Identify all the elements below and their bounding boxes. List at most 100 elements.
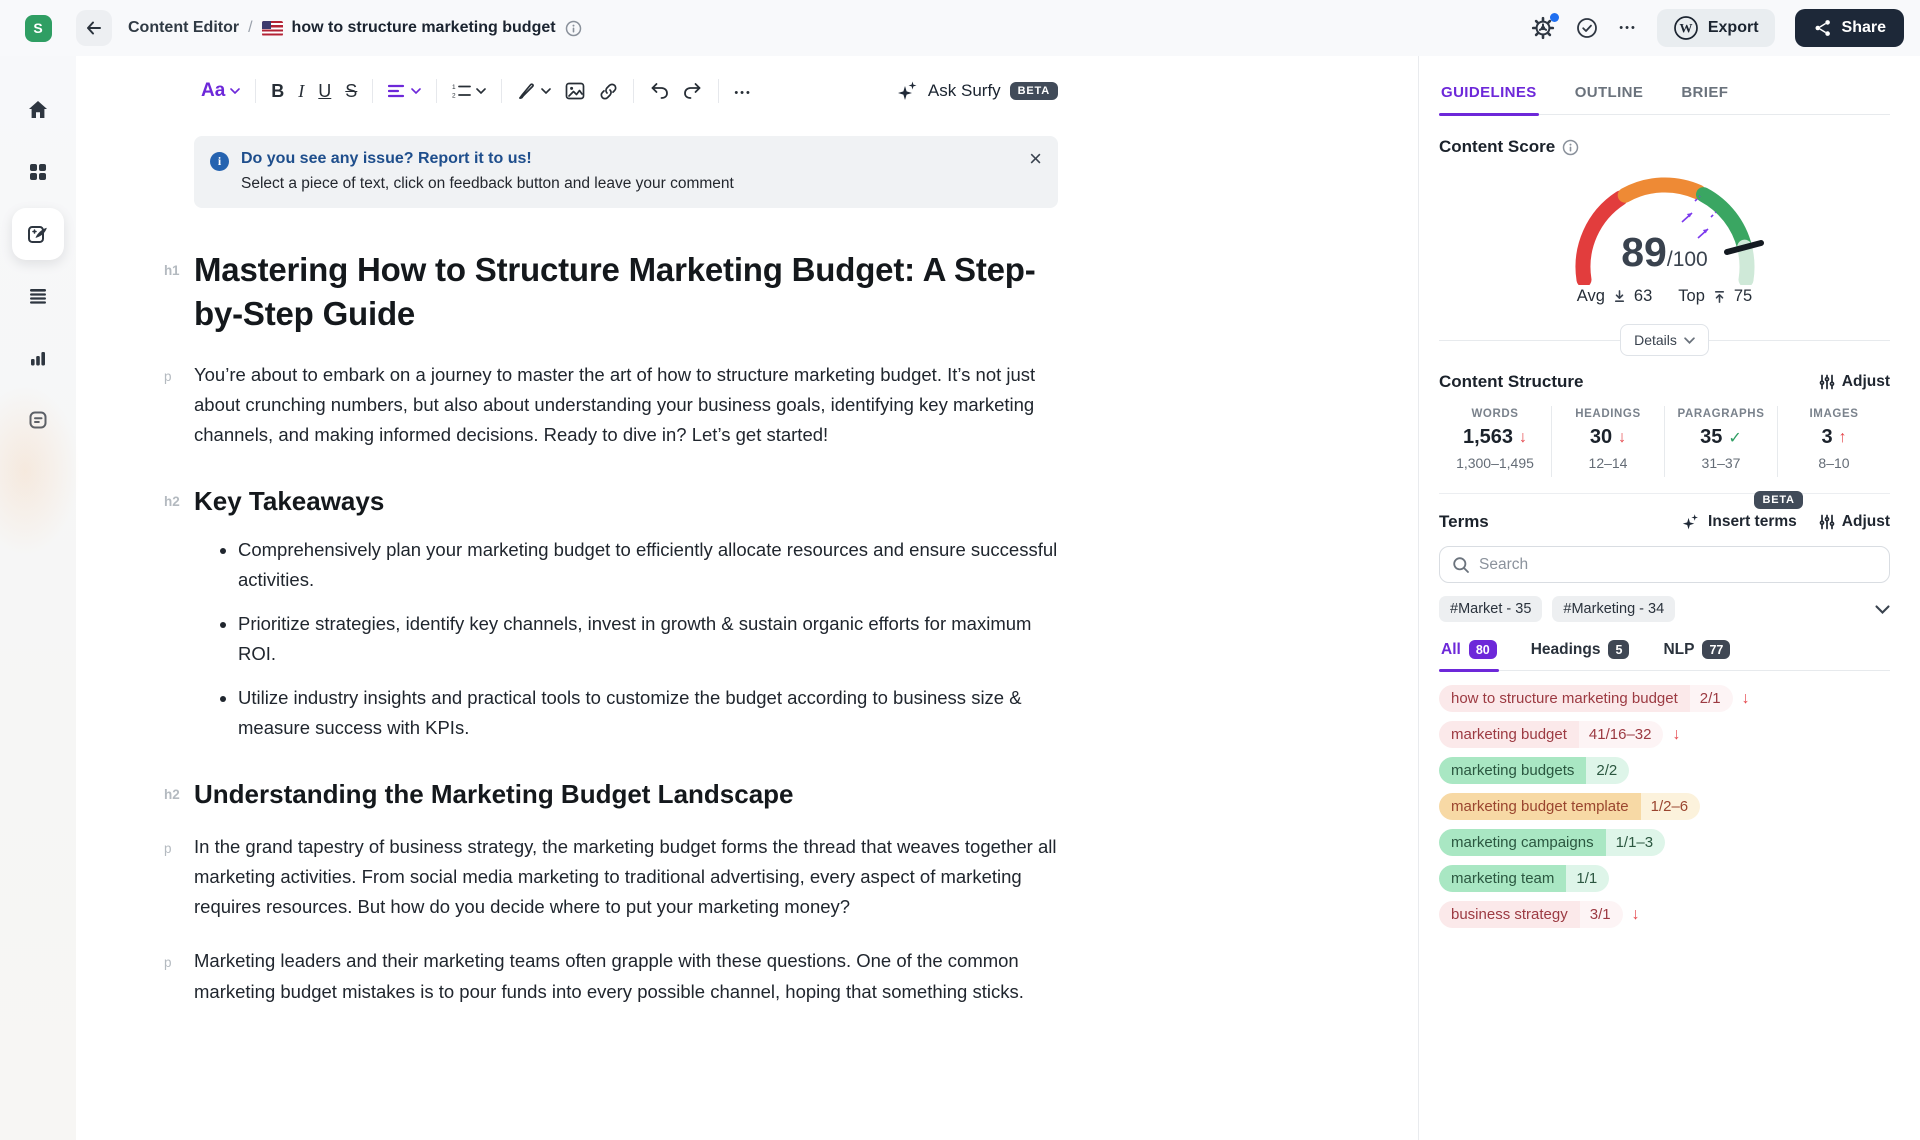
filter-tab-headings[interactable]: Headings 5 <box>1529 638 1632 670</box>
term-chip[interactable]: marketing team1/1 <box>1439 865 1609 892</box>
italic-button[interactable]: I <box>291 75 311 108</box>
block-tag-p: p <box>164 952 172 974</box>
top-bar: S Content Editor / how to structure mark… <box>0 0 1920 56</box>
beta-badge: BETA <box>1010 82 1058 100</box>
hash-chip[interactable]: #Marketing - 34 <box>1552 596 1675 622</box>
doc-paragraph: p In the grand tapestry of business stra… <box>194 832 1058 922</box>
breadcrumb-app[interactable]: Content Editor <box>128 19 239 37</box>
terms-title: Terms <box>1439 512 1489 532</box>
export-label: Export <box>1708 19 1759 37</box>
term-chip[interactable]: marketing budget template1/2–6 <box>1439 793 1700 820</box>
bullet-item[interactable]: Comprehensively plan your marketing budg… <box>238 535 1058 595</box>
doc-heading-2: h2 Key Takeaways <box>194 486 1058 517</box>
checks-button[interactable] <box>1575 16 1599 40</box>
share-button[interactable]: Share <box>1795 9 1904 47</box>
align-dropdown[interactable] <box>381 78 428 104</box>
ellipsis-icon: ••• <box>1619 22 1637 34</box>
sidebar-item-content-editor[interactable] <box>12 208 64 260</box>
avg-label: Avg <box>1577 287 1605 306</box>
bullet-item[interactable]: Utilize industry insights and practical … <box>238 683 1058 743</box>
content-structure-stats: WORDS 1,563↓ 1,300–1,495 HEADINGS 30↓ 12… <box>1439 406 1890 477</box>
details-button[interactable]: Details <box>1620 324 1709 356</box>
term-chip[interactable]: marketing budgets2/2 <box>1439 757 1629 784</box>
app-logo[interactable]: S <box>25 15 52 42</box>
document-body[interactable]: h1 Mastering How to Structure Marketing … <box>194 248 1058 1047</box>
ask-surfy-button[interactable]: Ask Surfy BETA <box>897 80 1058 102</box>
feedback-banner: i Do you see any issue? Report it to us!… <box>194 136 1058 208</box>
term-chip[interactable]: marketing budget41/16–32 <box>1439 721 1663 748</box>
term-row: marketing budgets2/2 <box>1439 757 1890 784</box>
notification-dot <box>1550 13 1559 22</box>
adjust-label: Adjust <box>1842 373 1890 391</box>
term-chip[interactable]: business strategy3/1 <box>1439 901 1623 928</box>
details-label: Details <box>1634 332 1677 348</box>
sparkles-icon <box>1682 513 1700 531</box>
more-menu-button[interactable]: ••• <box>1619 22 1637 34</box>
insert-link-button[interactable] <box>592 76 625 107</box>
term-row: marketing budget template1/2–6 <box>1439 793 1890 820</box>
tab-outline[interactable]: OUTLINE <box>1573 76 1646 114</box>
term-row: marketing team1/1 <box>1439 865 1890 892</box>
panel-tabs: GUIDELINES OUTLINE BRIEF <box>1439 56 1890 115</box>
search-input[interactable] <box>1479 556 1877 574</box>
auto-optimize-button[interactable] <box>1531 16 1555 40</box>
count-badge: 80 <box>1469 640 1497 659</box>
sidebar-item-analytics[interactable] <box>12 332 64 384</box>
filter-tab-nlp[interactable]: NLP 77 <box>1661 638 1732 670</box>
svg-text:W: W <box>1679 21 1692 36</box>
filter-tab-all[interactable]: All 80 <box>1439 638 1499 670</box>
check-icon: ✓ <box>1728 428 1741 448</box>
highlight-dropdown[interactable] <box>510 76 558 107</box>
breadcrumb: Content Editor / how to structure market… <box>128 19 582 37</box>
undo-button[interactable] <box>642 76 676 106</box>
insert-image-button[interactable] <box>558 76 592 106</box>
sidebar-item-notes[interactable] <box>12 394 64 446</box>
bold-button[interactable]: B <box>264 75 291 108</box>
text-style-dropdown[interactable]: Aa <box>194 74 247 108</box>
back-arrow-icon <box>84 18 104 38</box>
term-chip[interactable]: how to structure marketing budget2/1 <box>1439 685 1733 712</box>
tab-brief[interactable]: BRIEF <box>1679 76 1730 114</box>
toolbar-divider <box>436 79 437 103</box>
insert-terms-button[interactable]: BETA Insert terms <box>1682 513 1797 531</box>
content-editor-icon <box>25 221 51 247</box>
terms-adjust-button[interactable]: Adjust <box>1819 513 1890 531</box>
toolbar-more-button[interactable]: ••• <box>727 77 759 105</box>
sidebar-item-dashboard[interactable] <box>12 146 64 198</box>
document-title[interactable]: how to structure marketing budget <box>292 19 556 37</box>
search-icon <box>1452 556 1470 574</box>
breadcrumb-separator: / <box>248 19 252 37</box>
stat-paragraphs[interactable]: PARAGRAPHS 35✓ 31–37 <box>1664 406 1777 477</box>
doc-bullet-list[interactable]: Comprehensively plan your marketing budg… <box>194 535 1058 743</box>
structure-adjust-button[interactable]: Adjust <box>1819 373 1890 391</box>
arrow-down-to-bar-icon <box>1612 289 1627 304</box>
doc-heading-2: h2 Understanding the Marketing Budget La… <box>194 779 1058 810</box>
term-row: business strategy3/1 ↓ <box>1439 901 1890 928</box>
sidebar-item-home[interactable] <box>12 84 64 136</box>
back-button[interactable] <box>76 10 112 46</box>
banner-close-button[interactable]: × <box>1029 148 1042 170</box>
wordpress-icon: W <box>1673 15 1699 41</box>
guidelines-panel: GUIDELINES OUTLINE BRIEF Content Score <box>1418 56 1920 1140</box>
chevron-down-icon <box>1684 337 1695 344</box>
tab-guidelines[interactable]: GUIDELINES <box>1439 76 1539 114</box>
export-button[interactable]: W Export <box>1657 9 1775 47</box>
hash-chip[interactable]: #Market - 35 <box>1439 596 1542 622</box>
term-chip[interactable]: marketing campaigns1/1–3 <box>1439 829 1665 856</box>
svg-text:1: 1 <box>452 84 456 91</box>
underline-button[interactable]: U <box>311 75 338 108</box>
list-dropdown[interactable]: 12 <box>445 77 493 105</box>
stat-words[interactable]: WORDS 1,563↓ 1,300–1,495 <box>1439 406 1551 477</box>
term-row: marketing budget41/16–32 ↓ <box>1439 721 1890 748</box>
strikethrough-button[interactable]: S <box>338 75 364 108</box>
content-score-info-icon[interactable] <box>1562 139 1579 156</box>
bullet-item[interactable]: Prioritize strategies, identify key chan… <box>238 609 1058 669</box>
stat-headings[interactable]: HEADINGS 30↓ 12–14 <box>1551 406 1664 477</box>
sidebar-item-documents[interactable] <box>12 270 64 322</box>
redo-button[interactable] <box>676 76 710 106</box>
stat-images[interactable]: IMAGES 3↑ 8–10 <box>1777 406 1890 477</box>
insert-terms-label: Insert terms <box>1708 513 1797 531</box>
collapse-chips-button[interactable] <box>1875 605 1890 614</box>
block-tag-p: p <box>164 366 172 388</box>
title-info-icon[interactable] <box>565 20 582 37</box>
